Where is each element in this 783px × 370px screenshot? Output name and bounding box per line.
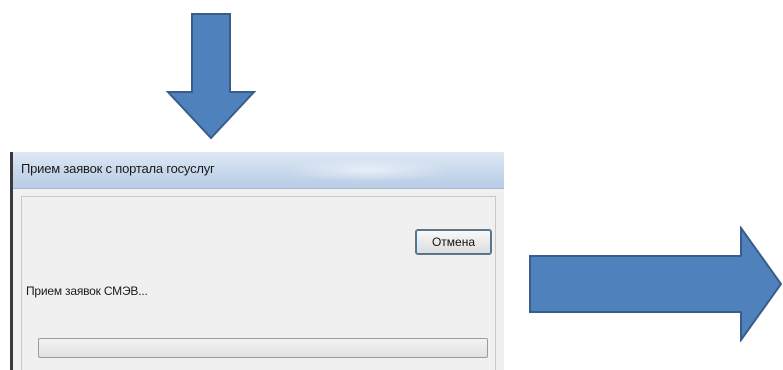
dialog-title: Прием заявок с портала госуслуг	[21, 161, 215, 176]
status-text: Прием заявок СМЭВ...	[26, 284, 148, 298]
right-arrow-icon	[528, 226, 783, 342]
titlebar-glow	[283, 158, 453, 182]
dialog-window: Прием заявок с портала госуслуг Отмена П…	[10, 152, 504, 370]
dialog-titlebar[interactable]: Прием заявок с портала госуслуг	[13, 152, 504, 189]
down-arrow-icon	[166, 12, 256, 140]
slide-canvas: Прием заявок с портала госуслуг Отмена П…	[0, 0, 783, 370]
cancel-button[interactable]: Отмена	[415, 229, 492, 255]
dialog-client-area: Отмена Прием заявок СМЭВ...	[21, 196, 496, 370]
progress-bar	[38, 338, 488, 358]
